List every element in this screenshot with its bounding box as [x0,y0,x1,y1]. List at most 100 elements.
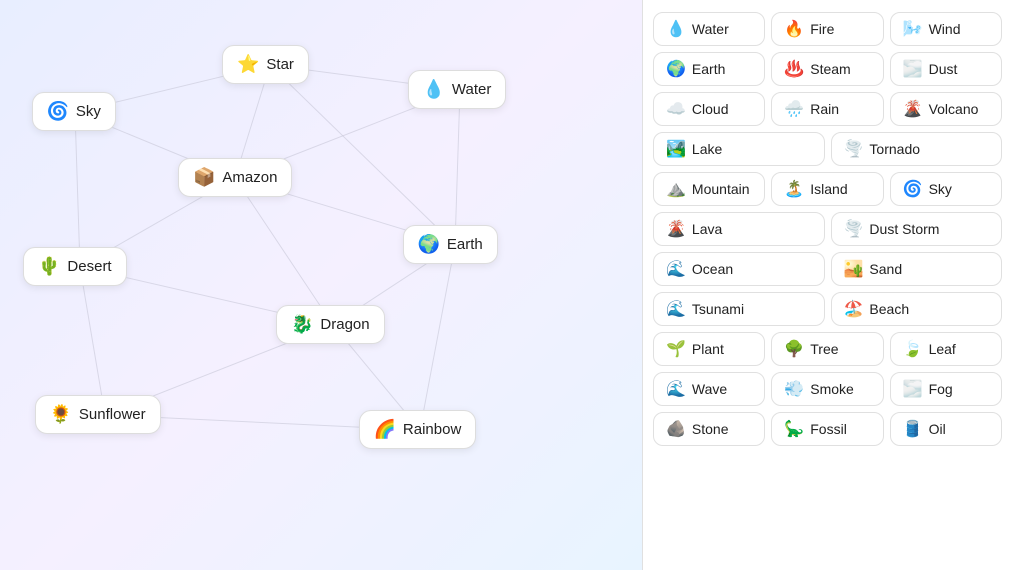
badge-emoji: 🌱 [666,339,686,359]
item-badge-rain[interactable]: 🌧️ Rain [771,92,883,126]
node-rainbow[interactable]: 🌈 Rainbow [359,410,477,449]
node-dragon[interactable]: 🐉Dragon [276,305,385,344]
item-badge-fire[interactable]: 🔥 Fire [771,12,883,46]
item-badge-sand[interactable]: 🏜️Sand [831,252,1003,286]
badge-label: Earth [692,61,725,77]
badge-emoji: 🌊 [666,299,686,319]
items-row-9: 🌊Wave 💨 Smoke 🌫️Fog [653,372,1002,406]
badge-emoji: 🌫️ [903,379,923,399]
star-emoji: ⭐ [237,54,259,75]
item-badge-water[interactable]: 💧Water [653,12,765,46]
badge-label: Dust Storm [869,221,939,237]
item-badge-tree[interactable]: 🌳Tree [771,332,883,366]
badge-emoji: 🌧️ [784,99,804,119]
item-badge-mountain[interactable]: ⛰️ Mountain [653,172,765,206]
badge-label: Rain [810,101,839,117]
item-badge-tsunami[interactable]: 🌊 Tsunami [653,292,825,326]
sky-label: Sky [76,103,101,120]
item-badge-ocean[interactable]: 🌊 Ocean [653,252,825,286]
item-badge-oil[interactable]: 🛢️Oil [890,412,1002,446]
badge-label: Beach [869,301,909,317]
badge-emoji: 🌋 [903,99,923,119]
badge-label: Mountain [692,181,750,197]
desert-emoji: 🌵 [38,256,60,277]
items-row-1: 🌍 Earth ♨️ Steam 🌫️Dust [653,52,1002,86]
badge-label: Stone [692,421,729,437]
item-badge-leaf[interactable]: 🍃Leaf [890,332,1002,366]
badge-emoji: 🌫️ [903,59,923,79]
items-row-10: 🪨 Stone 🦕Fossil🛢️Oil [653,412,1002,446]
items-row-3: 🏞️ Lake 🌪️ Tornado [653,132,1002,166]
item-badge-dust-storm[interactable]: 🌪️Dust Storm [831,212,1003,246]
craft-canvas[interactable]: 🌀Sky ⭐Star 💧Water 📦Amazon 🌍 Earth 🌵 Desert 🐉Drag… [0,0,642,570]
badge-emoji: 🔥 [784,19,804,39]
badge-emoji: 🌬️ [903,19,923,39]
item-badge-wave[interactable]: 🌊Wave [653,372,765,406]
items-row-7: 🌊 Tsunami 🏖️Beach [653,292,1002,326]
item-badge-fossil[interactable]: 🦕Fossil [771,412,883,446]
badge-emoji: ♨️ [784,59,804,79]
badge-label: Leaf [929,341,956,357]
item-badge-stone[interactable]: 🪨 Stone [653,412,765,446]
item-badge-plant[interactable]: 🌱Plant [653,332,765,366]
node-water[interactable]: 💧Water [408,70,507,109]
node-sky[interactable]: 🌀Sky [32,92,116,131]
badge-emoji: 🌊 [666,259,686,279]
item-badge-cloud[interactable]: ☁️Cloud [653,92,765,126]
item-badge-steam[interactable]: ♨️ Steam [771,52,883,86]
item-badge-volcano[interactable]: 🌋 Volcano [890,92,1002,126]
badge-label: Ocean [692,261,733,277]
rainbow-label: Rainbow [403,421,461,438]
item-badge-tornado[interactable]: 🌪️ Tornado [831,132,1003,166]
badge-emoji: 🪨 [666,419,686,439]
desert-label: Desert [67,258,111,275]
badge-label: Oil [929,421,946,437]
item-badge-wind[interactable]: 🌬️Wind [890,12,1002,46]
node-sunflower[interactable]: 🌻Sunflower [35,395,161,434]
badge-label: Cloud [692,101,729,117]
badge-emoji: 🏞️ [666,139,686,159]
items-row-2: ☁️Cloud 🌧️ Rain 🌋 Volcano [653,92,1002,126]
item-badge-earth[interactable]: 🌍 Earth [653,52,765,86]
badge-label: Steam [810,61,850,77]
badge-emoji: 🏜️ [844,259,864,279]
badge-label: Lava [692,221,722,237]
badge-emoji: 🌪️ [844,139,864,159]
badge-label: Water [692,21,729,37]
items-grid: 💧Water 🔥 Fire 🌬️Wind 🌍 Earth ♨️ Steam 🌫️Dust ☁️Cl… [653,12,1002,446]
badge-label: Island [810,181,847,197]
items-row-8: 🌱Plant🌳Tree🍃Leaf [653,332,1002,366]
node-amazon[interactable]: 📦Amazon [178,158,292,197]
badge-emoji: 🌳 [784,339,804,359]
items-row-5: 🌋 Lava 🌪️Dust Storm [653,212,1002,246]
badge-emoji: 🌊 [666,379,686,399]
node-earth[interactable]: 🌍 Earth [403,225,498,264]
item-badge-island[interactable]: 🏝️Island [771,172,883,206]
items-row-4: ⛰️ Mountain 🏝️Island🌀Sky [653,172,1002,206]
badge-label: Tsunami [692,301,744,317]
badge-label: Lake [692,141,722,157]
item-badge-dust[interactable]: 🌫️Dust [890,52,1002,86]
badge-emoji: 🌍 [666,59,686,79]
item-badge-fog[interactable]: 🌫️Fog [890,372,1002,406]
item-badge-sky[interactable]: 🌀Sky [890,172,1002,206]
badge-emoji: 💨 [784,379,804,399]
rainbow-emoji: 🌈 [374,419,396,440]
earth-emoji: 🌍 [418,234,440,255]
badge-label: Volcano [929,101,979,117]
items-row-0: 💧Water 🔥 Fire 🌬️Wind [653,12,1002,46]
node-desert[interactable]: 🌵 Desert [23,247,127,286]
badge-emoji: ⛰️ [666,179,686,199]
item-badge-lake[interactable]: 🏞️ Lake [653,132,825,166]
dragon-label: Dragon [320,316,369,333]
item-badge-smoke[interactable]: 💨 Smoke [771,372,883,406]
amazon-emoji: 📦 [193,167,215,188]
item-badge-lava[interactable]: 🌋 Lava [653,212,825,246]
item-badge-beach[interactable]: 🏖️Beach [831,292,1003,326]
badge-emoji: 🌋 [666,219,686,239]
badge-label: Smoke [810,381,854,397]
earth-label: Earth [447,236,483,253]
badge-label: Fire [810,21,834,37]
node-star[interactable]: ⭐Star [222,45,309,84]
badge-label: Tornado [869,141,920,157]
